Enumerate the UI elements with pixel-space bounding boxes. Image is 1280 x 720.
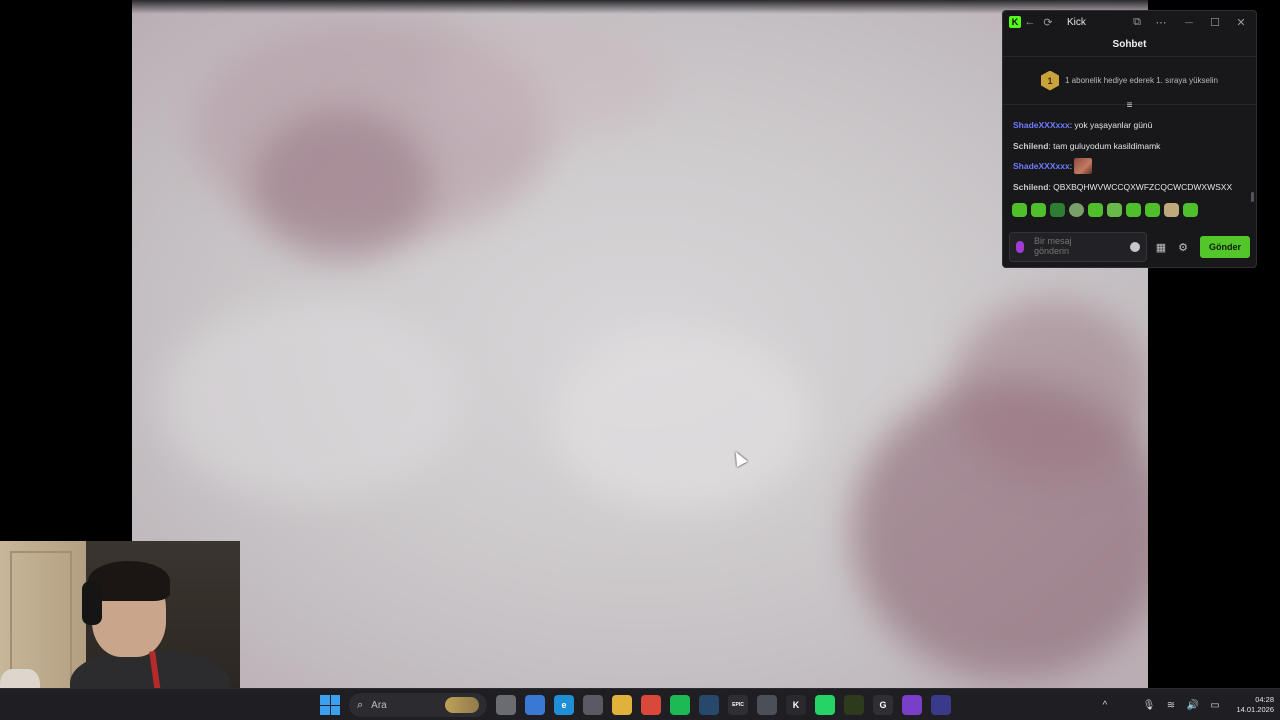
taskbar: ⌕ Ara e EPIC K G ^ 🎙 ≋ 🔊 ▭ 04:28 14.01.2026 bbox=[0, 688, 1280, 720]
gift-banner-text: 1 abonelik hediye ederek 1. sıraya yükse… bbox=[1065, 76, 1218, 85]
chat-header: Sohbet bbox=[1003, 33, 1256, 57]
search-highlight-image bbox=[445, 697, 479, 713]
minimize-icon[interactable]: — bbox=[1180, 13, 1198, 31]
quick-emote-bar bbox=[1003, 197, 1256, 217]
whatsapp-icon[interactable] bbox=[815, 695, 835, 715]
emote-icon[interactable] bbox=[1012, 203, 1027, 217]
steam-icon[interactable] bbox=[699, 695, 719, 715]
emote-icon[interactable] bbox=[1050, 203, 1065, 217]
emote-icon[interactable] bbox=[1183, 203, 1198, 217]
search-icon: ⌕ bbox=[357, 698, 364, 711]
battery-icon[interactable]: ▭ bbox=[1208, 698, 1222, 712]
refresh-icon[interactable]: ⟳ bbox=[1039, 13, 1057, 31]
message-text: : yok yaşayanlar günü bbox=[1069, 120, 1153, 131]
desktop-screen: K ← ⟳ Kick ⧉ ⋯ — ☐ ✕ Sohbet 1 1 abonelik… bbox=[0, 0, 1280, 720]
discord-icon[interactable] bbox=[757, 695, 777, 715]
gift-banner[interactable]: 1 1 abonelik hediye ederek 1. sıraya yük… bbox=[1003, 57, 1256, 105]
emote-icon[interactable] bbox=[1107, 203, 1122, 217]
rank-badge-icon: 1 bbox=[1041, 70, 1059, 91]
emoji-icon[interactable] bbox=[1130, 242, 1140, 252]
clock-date: 14.01.2026 bbox=[1236, 705, 1274, 714]
pinned-toggle-icon[interactable]: ≡ bbox=[1003, 99, 1256, 111]
title-bar: K ← ⟳ Kick ⧉ ⋯ — ☐ ✕ bbox=[1003, 11, 1256, 33]
emote-icon[interactable] bbox=[1145, 203, 1160, 217]
emote-icon[interactable] bbox=[1126, 203, 1141, 217]
message-box[interactable] bbox=[1009, 232, 1147, 262]
g-hub-icon[interactable]: G bbox=[873, 695, 893, 715]
windows-start-icon[interactable] bbox=[320, 695, 340, 715]
taskbar-apps: ⌕ Ara e EPIC K G bbox=[320, 689, 951, 720]
message-input[interactable] bbox=[1034, 236, 1106, 258]
obs-icon[interactable] bbox=[931, 695, 951, 715]
search-placeholder: Ara bbox=[371, 699, 387, 711]
volume-icon[interactable]: 🔊 bbox=[1186, 698, 1200, 712]
edge-icon[interactable]: e bbox=[554, 695, 574, 715]
emote-icon[interactable] bbox=[1031, 203, 1046, 217]
task-view-icon[interactable] bbox=[496, 695, 516, 715]
emote-icon[interactable] bbox=[1069, 203, 1084, 217]
chat-popout-window: K ← ⟳ Kick ⧉ ⋯ — ☐ ✕ Sohbet 1 1 abonelik… bbox=[1002, 10, 1257, 268]
chat-message-list: ShadeXXXxxx: yok yaşayanlar günü Schilen… bbox=[1003, 111, 1256, 197]
emote-icon[interactable] bbox=[1164, 203, 1179, 217]
message-username[interactable]: ShadeXXXxxx bbox=[1013, 120, 1070, 130]
wifi-icon[interactable]: ≋ bbox=[1164, 698, 1178, 712]
chat-message: Schilend: tam guluyodum kasildimamk bbox=[1013, 136, 1246, 157]
message-text: : tam guluyodum kasildimamk bbox=[1048, 140, 1161, 151]
visual-studio-icon[interactable] bbox=[902, 695, 922, 715]
message-username[interactable]: Schilend bbox=[1013, 182, 1048, 192]
message-username[interactable]: ShadeXXXxxx bbox=[1013, 161, 1070, 171]
system-tray: ^ 🎙 ≋ 🔊 ▭ 04:28 14.01.2026 bbox=[1098, 689, 1274, 720]
chat-input-row: ▦ ⚙ Gönder bbox=[1009, 231, 1250, 263]
onedrive-icon[interactable] bbox=[1120, 698, 1134, 712]
message-text: : bbox=[1069, 161, 1073, 172]
store-icon[interactable] bbox=[583, 695, 603, 715]
emote-icon[interactable] bbox=[1088, 203, 1103, 217]
kick-logo-icon: K bbox=[1009, 16, 1021, 28]
close-icon[interactable]: ✕ bbox=[1232, 13, 1250, 31]
microphone-icon[interactable] bbox=[1016, 241, 1024, 253]
spotify-icon[interactable] bbox=[670, 695, 690, 715]
widgets-icon[interactable] bbox=[525, 695, 545, 715]
clock[interactable]: 04:28 14.01.2026 bbox=[1230, 695, 1274, 715]
settings-icon[interactable]: ⚙ bbox=[1175, 239, 1191, 255]
kick-icon[interactable]: K bbox=[786, 695, 806, 715]
chat-message: ShadeXXXxxx: yok yaşayanlar günü bbox=[1013, 115, 1246, 136]
image-emote-icon[interactable] bbox=[1074, 158, 1093, 175]
chat-message: Schilend: QBXBQHWVWCCQXWFZCQCWCDWXWSXX bbox=[1013, 177, 1246, 198]
clock-time: 04:28 bbox=[1255, 695, 1274, 704]
message-text: : QBXBQHWVWCCQXWFZCQCWCDWXWSXX bbox=[1048, 181, 1233, 192]
taskbar-search[interactable]: ⌕ Ara bbox=[349, 693, 487, 717]
chat-scrollbar[interactable] bbox=[1251, 192, 1254, 202]
send-button[interactable]: Gönder bbox=[1200, 236, 1250, 258]
microphone-tray-icon[interactable]: 🎙 bbox=[1142, 698, 1156, 712]
window-title: Kick bbox=[1067, 16, 1086, 28]
more-icon[interactable]: ⋯ bbox=[1152, 13, 1170, 31]
store-icon[interactable]: ▦ bbox=[1153, 239, 1169, 255]
file-explorer-icon[interactable] bbox=[612, 695, 632, 715]
chrome-icon[interactable] bbox=[641, 695, 661, 715]
chat-message: ShadeXXXxxx: bbox=[1013, 156, 1246, 177]
tray-overflow-chevron-icon[interactable]: ^ bbox=[1098, 698, 1112, 712]
maximize-icon[interactable]: ☐ bbox=[1206, 13, 1224, 31]
epic-icon[interactable]: EPIC bbox=[728, 695, 748, 715]
back-arrow-icon[interactable]: ← bbox=[1021, 13, 1039, 31]
message-username[interactable]: Schilend bbox=[1013, 141, 1048, 151]
stream-video[interactable] bbox=[132, 0, 1148, 688]
popout-icon[interactable]: ⧉ bbox=[1128, 13, 1146, 31]
nvidia-icon[interactable] bbox=[844, 695, 864, 715]
